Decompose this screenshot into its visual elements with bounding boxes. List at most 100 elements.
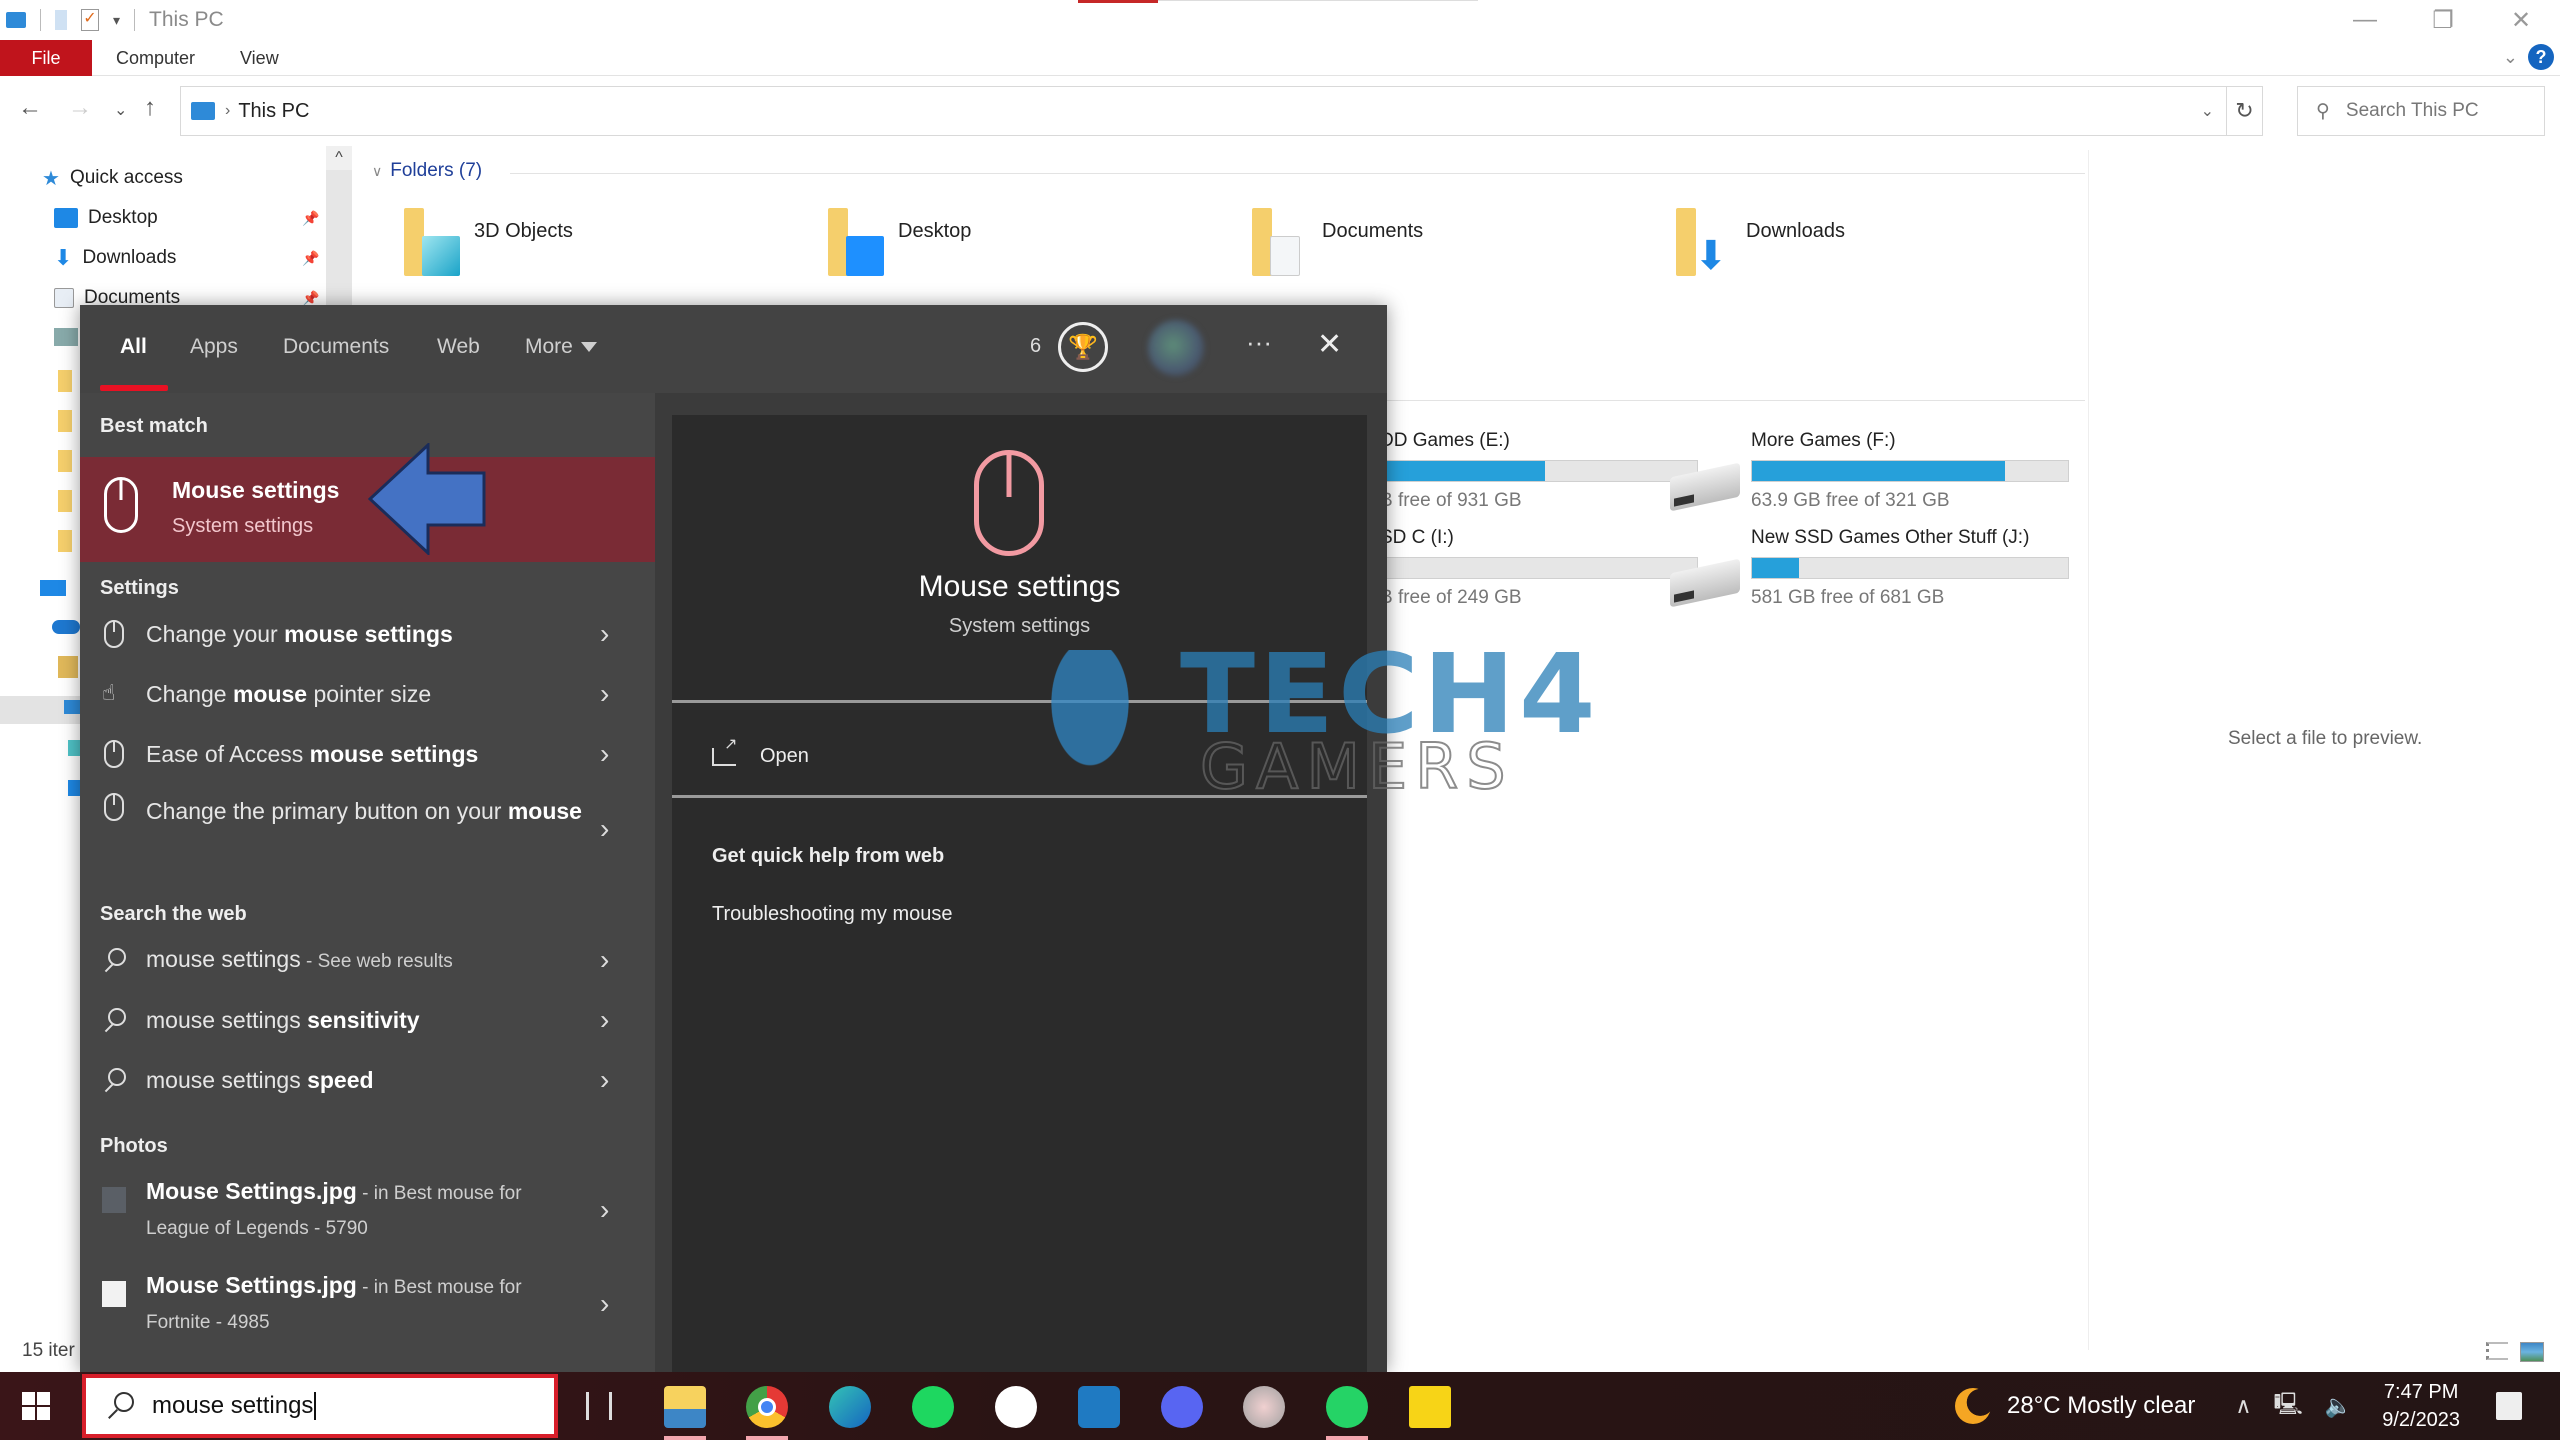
folder-downloads[interactable]: ⬇ Downloads [1676, 208, 1845, 288]
snipping-tool-app-icon[interactable] [1243, 1386, 1285, 1428]
desktop-icon[interactable] [40, 580, 66, 596]
breadcrumb-this-pc[interactable]: This PC [238, 100, 309, 123]
volume-icon[interactable]: 🔈 [2325, 1393, 2352, 1419]
settings-result[interactable]: Change the primary button on your mouse … [80, 785, 655, 873]
address-bar[interactable]: › This PC ⌄ [180, 86, 2227, 136]
desktop-icon[interactable] [68, 780, 80, 796]
web-result[interactable]: mouse settings - See web results › [80, 931, 655, 989]
more-options-icon[interactable]: ··· [1246, 327, 1272, 358]
nav-downloads[interactable]: ⬇ Downloads [54, 238, 176, 278]
filter-tab-web[interactable]: Web [437, 335, 480, 359]
restore-button[interactable]: ❐ [2404, 0, 2482, 40]
chevron-right-icon[interactable]: › [600, 738, 609, 770]
expand-ribbon-icon[interactable]: ⌄ [2503, 47, 2518, 68]
folder-icon[interactable] [58, 490, 72, 512]
chevron-right-icon[interactable]: › [600, 813, 609, 845]
chevron-right-icon[interactable]: › [600, 944, 609, 976]
chevron-right-icon[interactable]: › [600, 1004, 609, 1036]
troubleshooting-link[interactable]: Troubleshooting my mouse [712, 903, 953, 926]
close-icon[interactable]: ✕ [1317, 327, 1342, 362]
nav-quick-access[interactable]: ★ Quick access [42, 158, 183, 198]
tab-file[interactable]: File [0, 40, 92, 76]
drive-j[interactable]: New SSD Games Other Stuff (J:) 581 GB fr… [1751, 527, 2191, 609]
refresh-button[interactable]: ↻ [2227, 86, 2263, 136]
web-result[interactable]: mouse settings speed › [80, 1051, 655, 1109]
chevron-right-icon[interactable]: › [600, 1064, 609, 1096]
large-icons-view-icon[interactable] [2520, 1342, 2544, 1362]
folder-icon[interactable] [58, 370, 72, 392]
pictures-icon[interactable] [54, 328, 78, 346]
up-button[interactable]: ↑ [144, 94, 156, 122]
nav-desktop[interactable]: Desktop [54, 198, 158, 238]
folder-documents[interactable]: Documents [1252, 208, 1423, 288]
edge-app-icon[interactable] [829, 1386, 871, 1428]
photo-result[interactable]: Mouse Settings.jpg - in Best mouse for F… [80, 1259, 655, 1349]
network-icon[interactable]: 🖳 [2273, 1387, 2302, 1425]
show-hidden-icons-chevron-icon[interactable]: ∧ [2235, 1393, 2251, 1419]
filter-tab-more[interactable]: More [525, 335, 597, 359]
user-folder-icon[interactable] [58, 656, 78, 678]
section-best-match: Best match [100, 415, 208, 437]
details-view-icon[interactable] [2486, 1342, 2508, 1360]
action-center-icon[interactable] [2496, 1392, 2523, 1420]
folders-group-header[interactable]: ∨ Folders (7) [372, 160, 482, 182]
back-button[interactable]: ← [18, 94, 42, 122]
address-dropdown-icon[interactable]: ⌄ [2201, 101, 2214, 121]
3d-objects-icon[interactable] [68, 740, 80, 756]
weather-moon-icon[interactable] [1955, 1388, 1991, 1424]
spotify-app-icon[interactable] [912, 1386, 954, 1428]
scroll-up-icon[interactable]: ^ [326, 146, 352, 170]
settings-result[interactable]: ☝ Change mouse pointer size › [80, 665, 655, 723]
close-button[interactable]: ✕ [2482, 0, 2560, 40]
new-folder-icon[interactable] [55, 10, 67, 30]
open-action[interactable]: Open [712, 734, 809, 768]
minimize-button[interactable]: — [2326, 0, 2404, 40]
search-this-pc-input[interactable]: ⚲ Search This PC [2297, 86, 2545, 136]
filter-tab-all[interactable]: All [120, 335, 147, 359]
photo-result[interactable]: Mouse Settings.jpg - in Best mouse for L… [80, 1165, 655, 1255]
chevron-right-icon[interactable]: › [600, 1194, 609, 1226]
settings-result[interactable]: Ease of Access mouse settings › [80, 725, 655, 783]
filter-tab-apps[interactable]: Apps [190, 335, 238, 359]
web-result[interactable]: mouse settings sensitivity › [80, 991, 655, 1049]
user-avatar[interactable] [1148, 320, 1204, 376]
task-view-button[interactable] [586, 1392, 612, 1420]
settings-result[interactable]: Change your mouse settings › [80, 605, 655, 663]
tab-view[interactable]: View [240, 40, 279, 76]
clock[interactable]: 7:47 PM 9/2/2023 [2382, 1378, 2460, 1434]
sticky-notes-app-icon[interactable] [1409, 1386, 1451, 1428]
file-explorer-app-icon[interactable] [664, 1386, 706, 1428]
chrome-app-icon[interactable] [746, 1386, 788, 1428]
recent-locations-button[interactable]: ⌄ [114, 100, 127, 120]
pin-icon[interactable]: 📌 [302, 210, 319, 227]
properties-icon[interactable]: ✓ [81, 9, 99, 31]
onedrive-icon[interactable] [52, 620, 80, 634]
drive-f[interactable]: More Games (F:) 63.9 GB free of 321 GB [1751, 430, 2191, 512]
folder-desktop[interactable]: Desktop [828, 208, 971, 288]
pin-icon[interactable]: 📌 [302, 250, 319, 267]
slack-app-icon[interactable] [995, 1386, 1037, 1428]
whatsapp-app-icon[interactable] [1326, 1386, 1368, 1428]
trello-app-icon[interactable] [1078, 1386, 1120, 1428]
breadcrumb-chevron-icon[interactable]: › [225, 102, 230, 120]
weather-widget[interactable]: 28°C Mostly clear [2007, 1392, 2195, 1420]
tab-computer[interactable]: Computer [116, 40, 195, 76]
folder-icon[interactable] [58, 530, 72, 552]
forward-button[interactable]: → [68, 94, 92, 122]
window-controls: — ❐ ✕ [2326, 0, 2560, 40]
customize-toolbar-icon[interactable]: ▾ [113, 12, 120, 29]
start-button[interactable] [22, 1392, 50, 1420]
chevron-right-icon[interactable]: › [600, 618, 609, 650]
help-icon[interactable]: ? [2528, 44, 2554, 70]
folder-3d-objects[interactable]: 3D Objects [404, 208, 573, 288]
taskbar-search-input[interactable]: mouse settings [82, 1374, 558, 1438]
chevron-right-icon[interactable]: › [600, 1288, 609, 1320]
discord-app-icon[interactable] [1161, 1386, 1203, 1428]
drive-usage-fill [1752, 558, 1800, 578]
chevron-right-icon[interactable]: › [600, 678, 609, 710]
folder-icon[interactable] [58, 450, 72, 472]
filter-tab-documents[interactable]: Documents [283, 335, 389, 359]
nav-pane-scrollbar[interactable]: ^ [326, 146, 352, 306]
rewards-trophy-icon[interactable]: 🏆 [1058, 322, 1108, 372]
folder-icon[interactable] [58, 410, 72, 432]
